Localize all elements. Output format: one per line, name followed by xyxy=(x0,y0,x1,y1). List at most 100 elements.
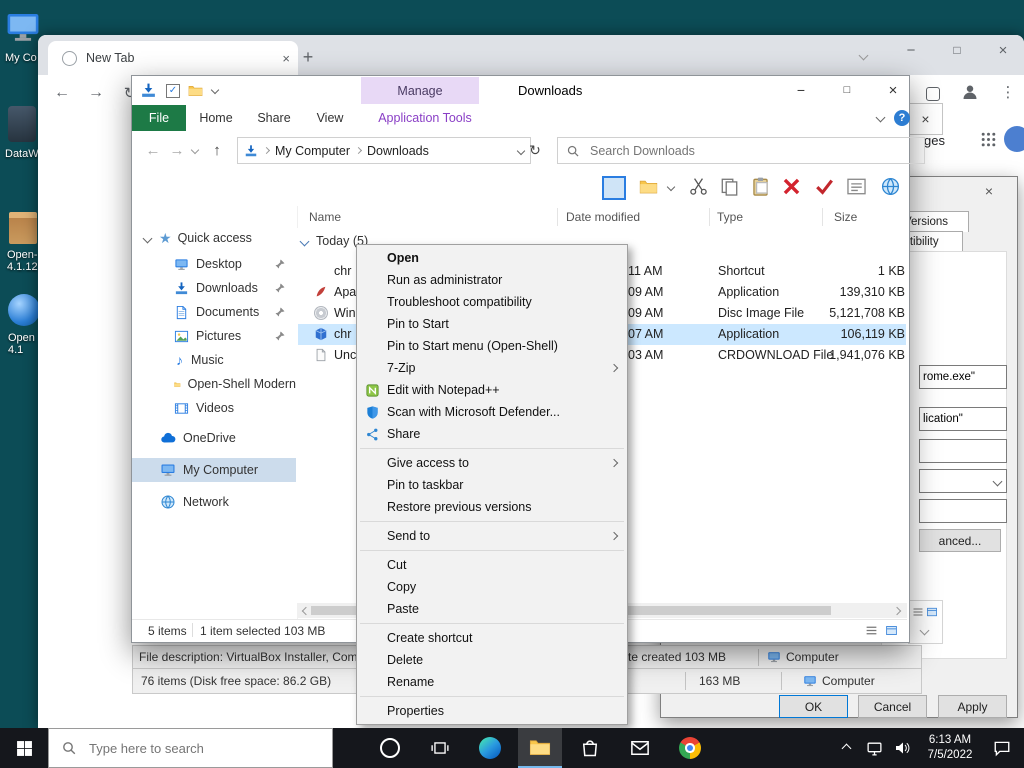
menu-item-pin-to-taskbar[interactable]: Pin to taskbar xyxy=(357,474,627,496)
manage-contextual-tab[interactable]: Manage xyxy=(361,77,479,104)
comment-field[interactable] xyxy=(919,499,1007,523)
toolbar-network-icon[interactable] xyxy=(880,176,901,197)
sidebar-item-network[interactable]: Network xyxy=(132,490,296,514)
maximize-button[interactable]: □ xyxy=(833,76,861,104)
tab-file[interactable]: File xyxy=(132,105,186,131)
address-bar[interactable]: My Computer Downloads xyxy=(237,137,531,164)
chrome-maximize-button[interactable]: □ xyxy=(942,35,972,65)
menu-item-restore-previous-versions[interactable]: Restore previous versions xyxy=(357,496,627,518)
chrome-menu-icon[interactable]: ⋮ xyxy=(996,80,1020,104)
breadcrumb-chevron-icon[interactable] xyxy=(354,146,363,155)
help-icon[interactable]: ? xyxy=(894,110,910,126)
column-name[interactable]: Name xyxy=(309,210,341,224)
back-window-close-button[interactable]: × xyxy=(908,103,943,135)
sidebar-item-downloads[interactable]: Downloads xyxy=(132,276,296,300)
tab-close-icon[interactable]: × xyxy=(282,52,290,65)
tab-search-icon[interactable] xyxy=(858,50,869,61)
menu-item-run-as-administrator[interactable]: Run as administrator xyxy=(357,269,627,291)
details-view-toggle-icon[interactable] xyxy=(865,624,878,637)
menu-item-properties[interactable]: Properties xyxy=(357,700,627,722)
images-link-fragment[interactable]: ges xyxy=(924,133,945,148)
file-explorer-button[interactable] xyxy=(518,728,562,768)
column-divider[interactable] xyxy=(557,208,558,226)
qat-customize-icon[interactable] xyxy=(210,85,220,95)
expander-icon[interactable] xyxy=(142,233,153,243)
toolbar-paste-icon[interactable] xyxy=(750,176,771,197)
menu-item-pin-to-start[interactable]: Pin to Start xyxy=(357,313,627,335)
cancel-button[interactable]: Cancel xyxy=(858,695,927,718)
menu-item-pin-to-start-menu-open-shell[interactable]: Pin to Start menu (Open-Shell) xyxy=(357,335,627,357)
forward-icon[interactable]: → xyxy=(84,81,108,105)
scroll-down-icon[interactable] xyxy=(919,625,930,636)
extensions-icon[interactable] xyxy=(926,87,940,101)
thumbnail-view-icon[interactable] xyxy=(926,606,938,618)
toolbar-new-folder-icon[interactable] xyxy=(639,177,658,196)
tray-clock[interactable]: 6:13 AM 7/5/2022 xyxy=(918,728,982,768)
edge-button[interactable] xyxy=(468,728,512,768)
menu-item-cut[interactable]: Cut xyxy=(357,554,627,576)
ribbon-collapse-icon[interactable] xyxy=(875,112,886,123)
toolbar-copy-icon[interactable] xyxy=(719,176,740,197)
close-button[interactable]: × xyxy=(879,76,907,104)
dialog-close-button[interactable]: × xyxy=(977,181,1001,201)
start-button[interactable] xyxy=(0,728,48,768)
scroll-left-icon[interactable] xyxy=(301,606,311,616)
ok-button[interactable]: OK xyxy=(779,695,848,718)
menu-item-send-to[interactable]: Send to xyxy=(357,525,627,547)
menu-item-rename[interactable]: Rename xyxy=(357,671,627,693)
toolbar-delete-icon[interactable] xyxy=(781,176,802,197)
group-collapse-icon[interactable] xyxy=(299,236,310,246)
taskbar-search-input[interactable] xyxy=(87,739,311,757)
tab-view[interactable]: View xyxy=(306,105,354,131)
search-input[interactable] xyxy=(588,142,872,159)
breadcrumb-root[interactable]: My Computer xyxy=(275,144,350,158)
column-divider[interactable] xyxy=(709,208,710,226)
column-type[interactable]: Type xyxy=(717,210,743,224)
chrome-minimize-button[interactable]: − xyxy=(896,35,926,65)
google-apps-grid-icon[interactable] xyxy=(980,131,997,148)
apply-button[interactable]: Apply xyxy=(938,695,1007,718)
shortcut-key-field[interactable] xyxy=(919,439,1007,463)
menu-item-open[interactable]: Open xyxy=(357,247,627,269)
menu-item-7-zip[interactable]: 7-Zip xyxy=(357,357,627,379)
tray-volume-button[interactable] xyxy=(888,728,916,768)
menu-item-troubleshoot-compatibility[interactable]: Troubleshoot compatibility xyxy=(357,291,627,313)
target-field[interactable] xyxy=(919,365,1007,389)
start-in-field[interactable] xyxy=(919,407,1007,431)
breadcrumb-chevron-icon[interactable] xyxy=(262,146,271,155)
menu-item-edit-with-notepad[interactable]: Edit with Notepad++ xyxy=(357,379,627,401)
run-dropdown[interactable] xyxy=(919,469,1007,493)
sidebar-item-onedrive[interactable]: OneDrive xyxy=(132,426,296,450)
tray-network-button[interactable] xyxy=(860,728,888,768)
menu-item-paste[interactable]: Paste xyxy=(357,598,627,620)
chrome-tab-newtab[interactable]: New Tab × xyxy=(48,41,298,75)
sidebar-item-music[interactable]: ♪ Music xyxy=(132,348,296,372)
tray-show-hidden-icons[interactable] xyxy=(832,728,860,768)
advanced-button[interactable]: anced... xyxy=(919,529,1001,552)
cortana-button[interactable] xyxy=(368,728,412,768)
mail-button[interactable] xyxy=(618,728,662,768)
sidebar-item-my-computer[interactable]: My Computer xyxy=(132,458,296,482)
toolbar-confirm-icon[interactable] xyxy=(814,176,835,197)
sidebar-item-open-shell-modern[interactable]: Open-Shell Modern xyxy=(132,372,296,396)
profile-avatar-icon[interactable] xyxy=(960,82,980,102)
minimize-button[interactable]: − xyxy=(787,76,815,104)
menu-item-delete[interactable]: Delete xyxy=(357,649,627,671)
toolbar-rename-icon[interactable] xyxy=(846,176,867,197)
nav-back-icon[interactable]: ← xyxy=(142,139,164,161)
tab-home[interactable]: Home xyxy=(191,105,241,131)
refresh-icon[interactable]: ↻ xyxy=(524,139,546,161)
column-date-modified[interactable]: Date modified xyxy=(566,210,640,224)
google-profile-avatar[interactable] xyxy=(1004,126,1024,152)
qat-checkbox-icon[interactable]: ✓ xyxy=(166,84,180,98)
back-icon[interactable]: ← xyxy=(50,81,74,105)
breadcrumb-current[interactable]: Downloads xyxy=(367,144,429,158)
qat-folder-icon[interactable] xyxy=(188,83,203,98)
nav-forward-icon[interactable]: → xyxy=(166,139,188,161)
thumbnail-view-toggle-icon[interactable] xyxy=(885,624,898,637)
details-view-icon[interactable] xyxy=(912,606,924,618)
menu-item-copy[interactable]: Copy xyxy=(357,576,627,598)
nav-history-icon[interactable] xyxy=(190,145,200,155)
action-center-button[interactable] xyxy=(984,728,1020,768)
column-size[interactable]: Size xyxy=(834,210,857,224)
